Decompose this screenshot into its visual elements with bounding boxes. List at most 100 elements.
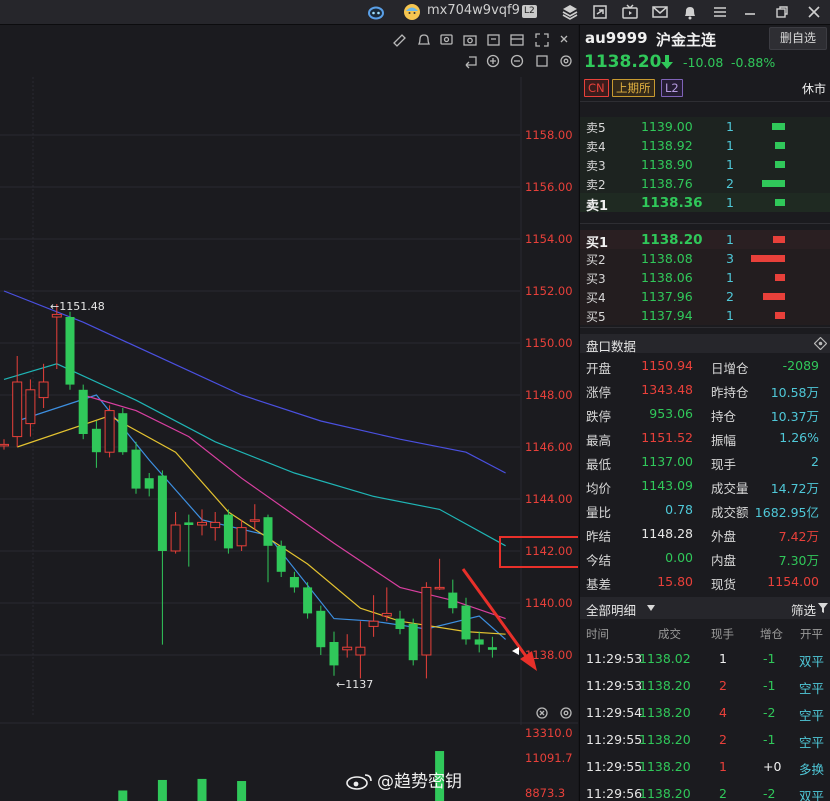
orderbook-row[interactable]: 买1 1138.20 1 — [580, 230, 830, 251]
trade-row[interactable]: 11:29:54 1138.20 4 -2 空平 — [580, 700, 830, 727]
volume-close-icon[interactable] — [536, 707, 548, 719]
trades-filter-button[interactable]: 筛选 — [791, 600, 816, 619]
trade-row[interactable]: 11:29:53 1138.20 2 -1 空平 — [580, 673, 830, 700]
camera-icon[interactable] — [463, 35, 477, 46]
orderbook-level-label: 买3 — [586, 272, 606, 286]
candle-body — [184, 522, 194, 525]
orderbook-volume: 1 — [726, 270, 734, 285]
bell-icon[interactable] — [680, 2, 700, 22]
layers-icon[interactable] — [560, 2, 580, 22]
stats-label: 今结 — [586, 553, 612, 568]
watermark-text: @趋势密钥 — [377, 772, 462, 792]
volume-settings-icon[interactable] — [560, 707, 572, 719]
menu-icon[interactable] — [710, 2, 730, 22]
zoom-out-icon[interactable] — [510, 54, 524, 68]
orderbook-row[interactable]: 卖2 1138.76 2 — [580, 174, 830, 193]
fullscreen-icon[interactable] — [535, 33, 549, 47]
restore-icon[interactable] — [772, 2, 792, 22]
trade-time: 11:29:55 — [586, 759, 643, 774]
price-axis: 1158.00 1156.00 1154.00 1152.00 1150.00 1148.… — [525, 128, 573, 662]
price-tick-label: 1156.00 — [525, 180, 573, 194]
stats-row: 最低 1137.00 现手 2 — [580, 451, 830, 474]
price-change-percent: -0.88% — [731, 55, 776, 70]
layout-icon[interactable] — [510, 34, 524, 46]
stats-label: 昨结 — [586, 529, 612, 544]
collapse-icon[interactable] — [560, 35, 568, 43]
assistant-robot-icon[interactable] — [366, 2, 386, 22]
candle-body — [289, 577, 299, 588]
kline-chart[interactable]: 1158.00 1156.00 1154.00 1152.00 1150.00 1148.… — [0, 25, 578, 801]
orderbook-volume: 3 — [726, 251, 734, 266]
price-tick-label: 1154.00 — [525, 232, 573, 246]
chevron-down-icon[interactable] — [647, 605, 655, 611]
chart-canvas[interactable]: 1158.00 1156.00 1154.00 1152.00 1150.00 1148.… — [0, 25, 578, 801]
stats-row: 开盘 1150.94 日增仓 -2089 — [580, 355, 830, 378]
user-name[interactable]: mx704w9vqf9 — [427, 3, 520, 18]
export-icon[interactable] — [487, 34, 500, 46]
orderbook-row[interactable]: 买3 1138.06 1 — [580, 268, 830, 287]
price-tick-label: 1140.00 — [525, 596, 573, 610]
record-icon[interactable] — [440, 34, 453, 45]
mail-icon[interactable] — [650, 2, 670, 22]
price-tick-label: 1142.00 — [525, 544, 573, 558]
remove-favorite-button[interactable]: 删自选 — [769, 27, 827, 50]
orderbook-row[interactable]: 卖4 1138.92 1 — [580, 136, 830, 155]
price-change: -10.08 — [683, 55, 724, 70]
trade-price: 1138.20 — [639, 678, 691, 693]
orderbook-row[interactable]: 买2 1138.08 3 — [580, 249, 830, 268]
orderbook-row[interactable]: 卖5 1139.00 1 — [580, 117, 830, 136]
draw-pen-icon[interactable] — [393, 34, 406, 47]
stats-value: -2089 — [782, 358, 819, 373]
trade-row[interactable]: 11:29:55 1138.20 1 +0 多换 — [580, 754, 830, 781]
tv-icon[interactable] — [620, 2, 640, 22]
reset-view-icon[interactable] — [536, 55, 548, 67]
stats-label: 涨停 — [586, 385, 612, 400]
price-tick-label: 1144.00 — [525, 492, 573, 506]
trade-volume: 4 — [719, 705, 727, 720]
trade-row[interactable]: 11:29:53 1138.02 1 -1 双平 — [580, 646, 830, 673]
stats-row: 今结 0.00 内盘 7.30万 — [580, 547, 830, 570]
alarm-icon[interactable] — [417, 34, 431, 45]
trend-arrow-annotation — [461, 568, 537, 671]
orderbook-volume-bar — [772, 123, 785, 130]
orderbook-row[interactable]: 卖1 1138.36 1 — [580, 193, 830, 214]
orderbook-divider — [580, 327, 830, 328]
stats-label: 现手 — [711, 457, 737, 472]
trade-type: 双平 — [799, 654, 825, 669]
avatar[interactable] — [402, 2, 422, 22]
stats-row: 跌停 953.06 持仓 10.37万 — [580, 403, 830, 426]
price-tick-label: 1148.00 — [525, 388, 573, 402]
trade-row[interactable]: 11:29:56 1138.20 2 -2 双平 — [580, 781, 830, 801]
candle-body — [329, 642, 339, 666]
orderbook-row[interactable]: 卖3 1138.90 1 — [580, 155, 830, 174]
orderbook-row[interactable]: 买5 1137.94 1 — [580, 306, 830, 325]
stats-value: 1148.28 — [641, 526, 693, 541]
switch-window-icon[interactable] — [590, 2, 610, 22]
stats-label: 开盘 — [586, 361, 612, 376]
stats-label: 昨持仓 — [711, 385, 749, 400]
volume-bar — [118, 790, 128, 801]
stats-row: 昨结 1148.28 外盘 7.42万 — [580, 523, 830, 546]
orderbook-volume: 2 — [726, 289, 734, 304]
trades-title[interactable]: 全部明细 — [586, 600, 636, 619]
trade-type: 空平 — [799, 708, 825, 723]
candles — [0, 304, 497, 679]
orderbook-row[interactable]: 买4 1137.96 2 — [580, 287, 830, 306]
zoom-in-icon[interactable] — [486, 54, 500, 68]
volume-bar — [237, 781, 247, 801]
orderbook-price: 1138.06 — [641, 270, 693, 285]
candle-body — [487, 647, 497, 650]
undo-icon[interactable] — [465, 56, 477, 69]
header-divider — [580, 101, 830, 102]
stats-settings-icon[interactable] — [814, 337, 827, 350]
trade-price: 1138.02 — [639, 651, 691, 666]
filter-icon[interactable] — [818, 603, 828, 613]
minimize-icon[interactable] — [740, 2, 760, 22]
stats-value: 1143.09 — [641, 478, 693, 493]
close-icon[interactable] — [804, 2, 824, 22]
chart-settings-icon[interactable] — [560, 55, 572, 67]
stats-label: 成交额 — [711, 505, 749, 520]
trade-row[interactable]: 11:29:55 1138.20 2 -1 空平 — [580, 727, 830, 754]
stats-value: 14.72万 — [770, 481, 819, 496]
volume-tick-label: 13310.0 — [525, 726, 573, 740]
